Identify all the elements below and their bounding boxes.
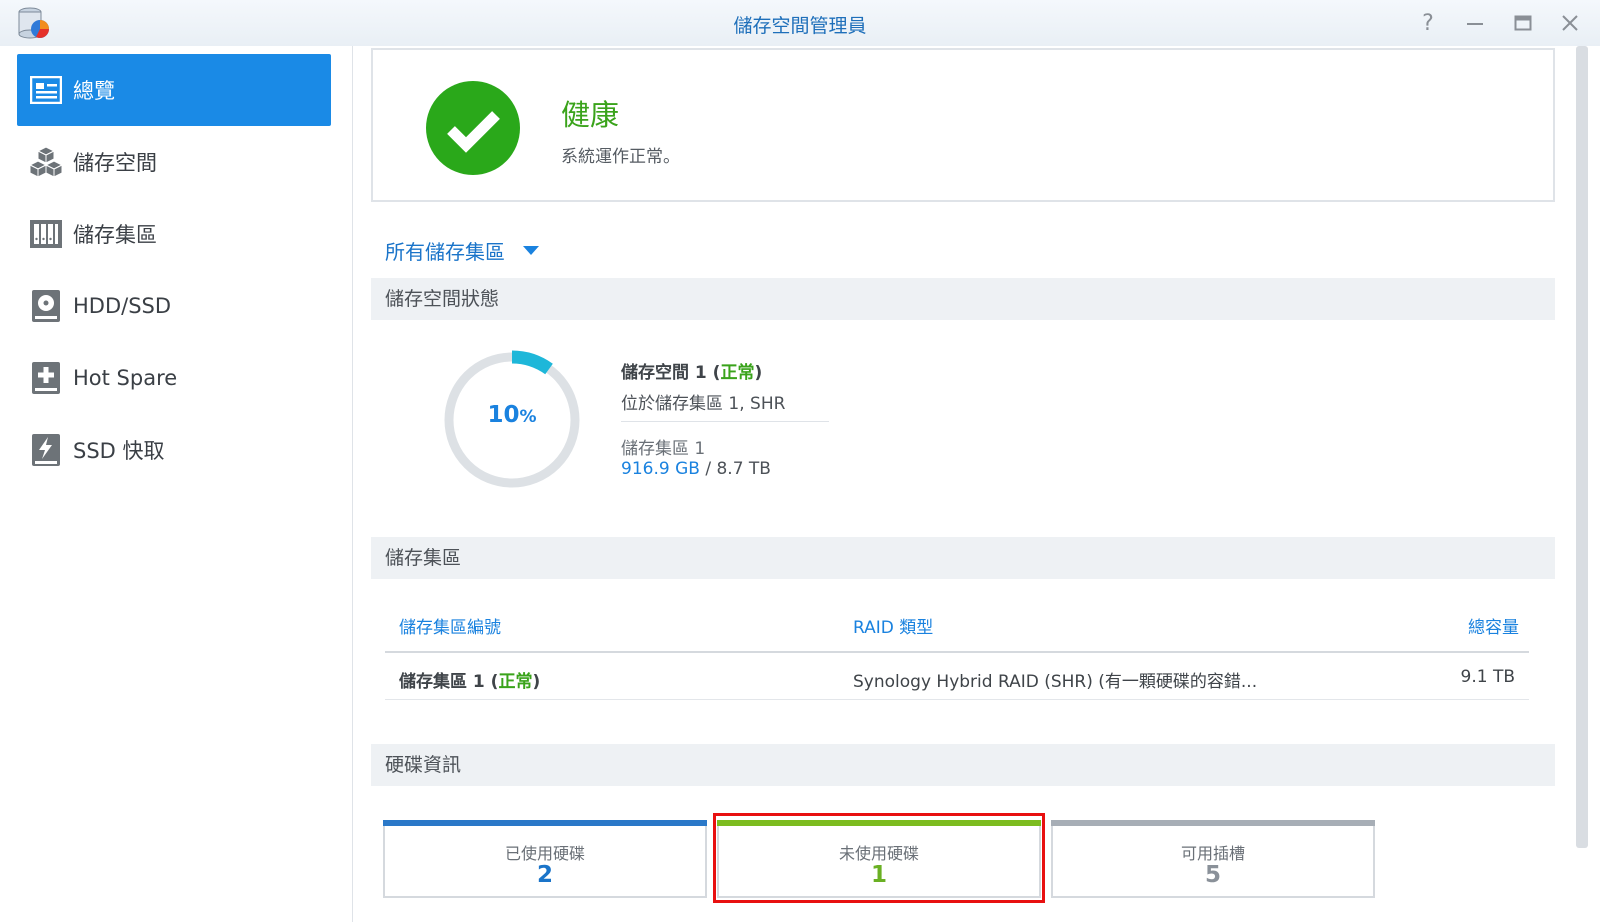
window-title: 儲存空間管理員 [733,15,867,37]
volume-pool: 儲存集區 1 [621,439,706,459]
card-value: 1 [870,862,887,888]
title-bar: 儲存空間管理員 ? [0,0,1600,46]
hdd-icon [29,289,63,323]
column-header-pool-id[interactable]: 儲存集區編號 [399,613,501,638]
help-icon[interactable]: ? [1413,8,1443,38]
close-icon[interactable] [1555,8,1585,38]
card-accent-bar [383,820,707,826]
divider [385,651,1529,653]
column-header-raid-type[interactable]: RAID 類型 [853,613,933,638]
sidebar-item-volume[interactable]: 儲存空間 [17,126,331,198]
volume-status-heading: 儲存空間狀態 [371,278,1555,320]
sidebar-item-hot-spare[interactable]: Hot Spare [17,342,331,414]
sidebar-item-hdd-ssd[interactable]: HDD/SSD [17,270,331,342]
card-label: 已使用硬碟 [504,844,585,863]
volume-name[interactable]: 儲存空間 1 (正常) [621,358,762,383]
available-slots-card[interactable]: 可用插槽 5 [1051,820,1375,898]
overview-icon [29,73,63,107]
used-disks-card[interactable]: 已使用硬碟 2 [383,820,707,898]
health-card: 健康 系統運作正常。 [371,48,1555,202]
card-value: 5 [1204,862,1221,888]
health-status-title: 健康 [561,98,620,132]
sidebar-item-label: 總覽 [73,79,115,103]
volume-location: 位於儲存集區 1, SHR [621,394,786,414]
sidebar-item-label: Hot Spare [73,366,178,390]
main-panel: 健康 系統運作正常。 所有儲存集區 儲存空間狀態 10% 儲存空間 1 (正常)… [353,46,1570,922]
volume-state: 正常 [720,363,755,383]
maximize-icon[interactable] [1508,8,1538,38]
storage-pool-heading: 儲存集區 [371,537,1555,579]
sidebar-item-label: SSD 快取 [73,439,165,463]
sidebar-item-overview[interactable]: 總覽 [17,54,331,126]
card-value: 2 [536,862,553,888]
sidebar-item-ssd-cache[interactable]: SSD 快取 [17,414,331,486]
volume-usage-percent: 10% [487,402,537,428]
pool-selector-dropdown[interactable]: 所有儲存集區 [385,236,539,265]
chevron-down-icon [523,246,539,255]
vertical-scrollbar[interactable] [1576,46,1588,848]
sidebar: 總覽 儲存空間 儲存集區 HDD/SSD Hot Spare SSD 快取 [0,46,353,922]
disk-info-heading: 硬碟資訊 [371,744,1555,786]
sidebar-item-label: 儲存空間 [73,151,157,175]
volume-capacity: 916.9 GB / 8.7 TB [621,459,771,479]
raid-type-cell: Synology Hybrid RAID (SHR) (有一顆硬碟的容錯... [853,672,1258,692]
check-circle-icon [426,81,520,175]
sidebar-item-storage-pool[interactable]: 儲存集區 [17,198,331,270]
health-status-description: 系統運作正常。 [561,147,680,167]
card-label: 可用插槽 [1180,844,1245,863]
capacity-cell: 9.1 TB [1460,667,1516,687]
storage-pool-icon [29,217,63,251]
divider [621,421,829,422]
minimize-icon[interactable] [1460,8,1490,38]
unused-disks-card[interactable]: 未使用硬碟 1 [717,820,1041,898]
ssd-cache-icon [29,433,63,467]
card-accent-bar [717,820,1041,826]
column-header-capacity[interactable]: 總容量 [1468,613,1519,638]
pool-selector-label: 所有儲存集區 [385,240,505,264]
hot-spare-icon [29,361,63,395]
volume-usage-arc [511,350,553,375]
pool-name-cell: 儲存集區 1 (正常) [399,672,541,692]
volume-icon [29,145,63,179]
divider [385,699,1529,700]
sidebar-item-label: HDD/SSD [73,294,172,318]
sidebar-item-label: 儲存集區 [73,223,157,247]
card-accent-bar [1051,820,1375,826]
card-label: 未使用硬碟 [838,844,919,863]
